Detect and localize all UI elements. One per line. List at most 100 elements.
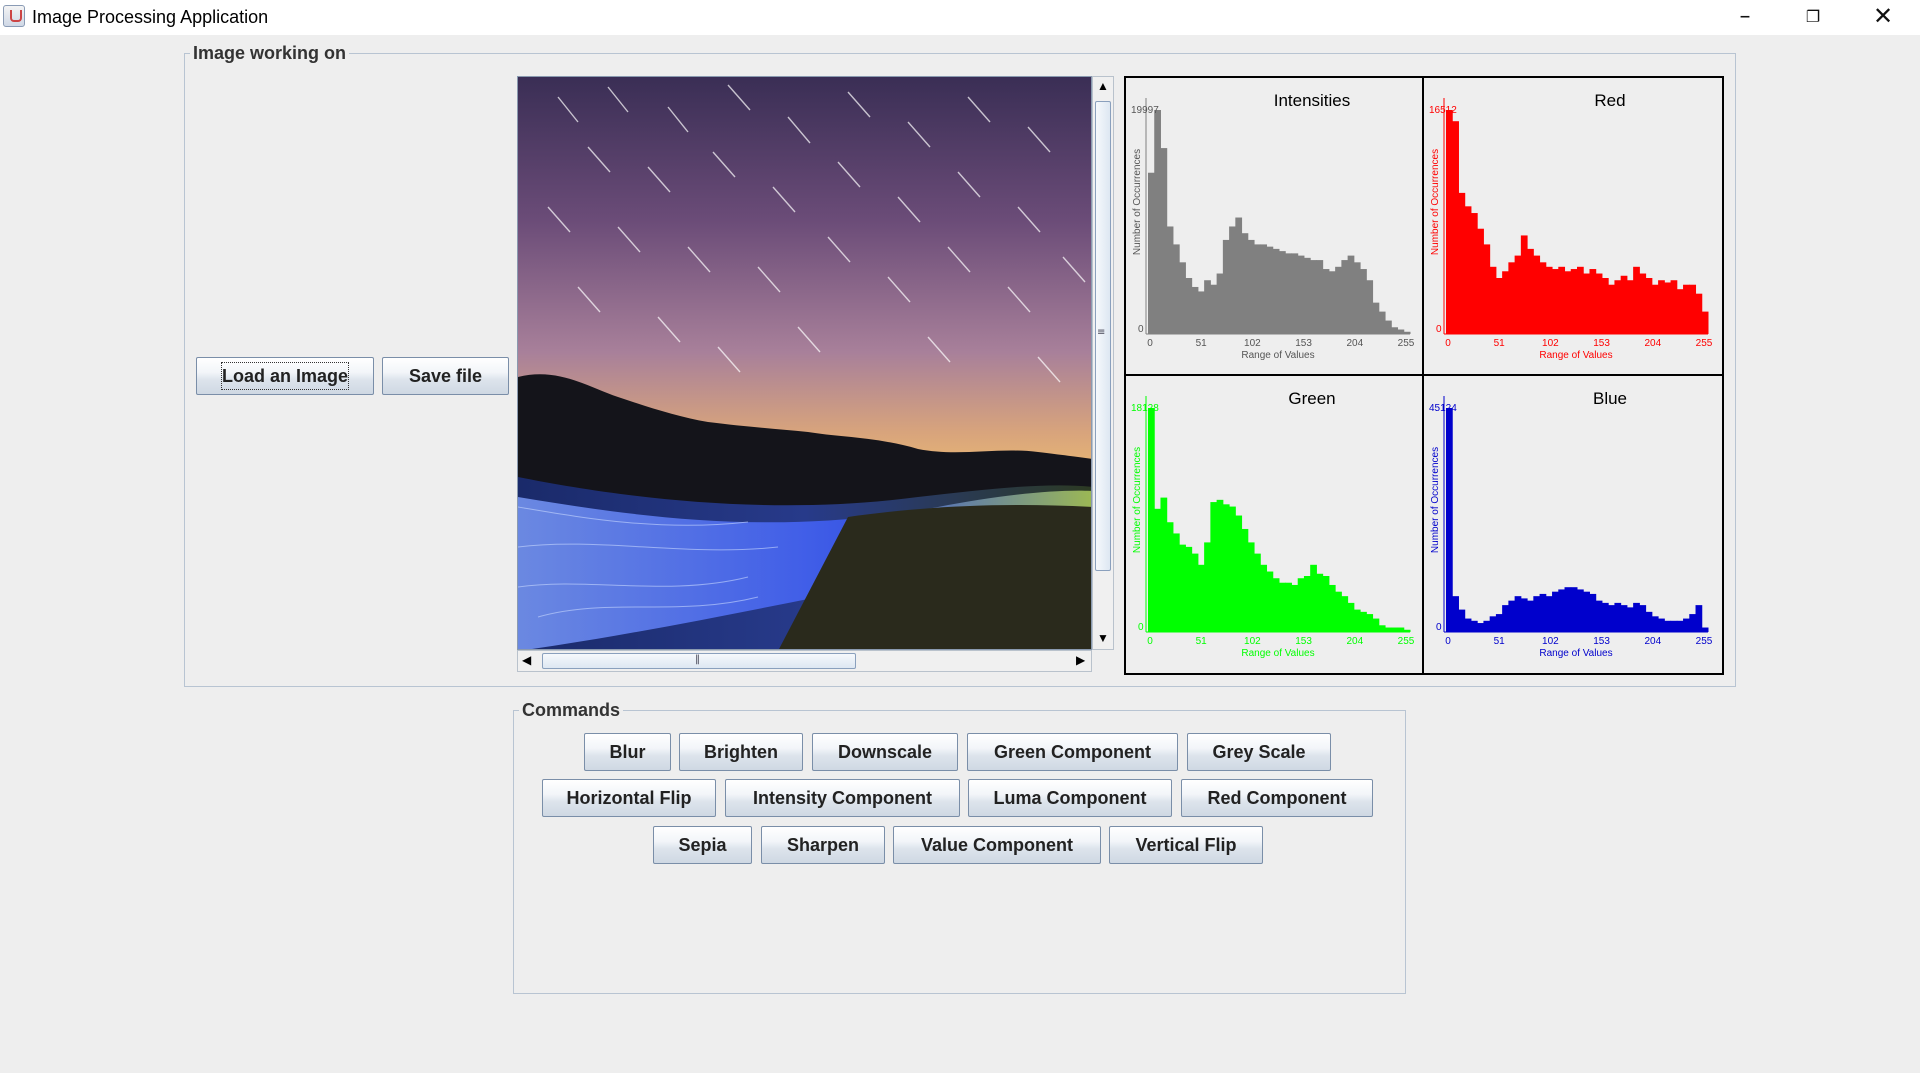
sepia-button[interactable]: Sepia bbox=[653, 826, 752, 864]
histogram-bar bbox=[1683, 284, 1690, 334]
zero-label: 0 bbox=[1436, 324, 1442, 335]
histogram-bar bbox=[1552, 591, 1559, 632]
title-bar: Image Processing Application – ❐ ✕ bbox=[0, 0, 1920, 35]
histogram-bar bbox=[1701, 311, 1709, 334]
histogram-bar bbox=[1272, 248, 1280, 334]
histogram-bar bbox=[1322, 576, 1330, 632]
histogram-bar bbox=[1664, 282, 1672, 334]
histogram-bar bbox=[1291, 253, 1299, 334]
green-component-button[interactable]: Green Component bbox=[967, 733, 1178, 771]
histogram-bar bbox=[1539, 262, 1547, 334]
vertical-flip-button[interactable]: Vertical Flip bbox=[1109, 826, 1263, 864]
x-tick-label: 0 bbox=[1445, 636, 1451, 647]
horizontal-scroll-thumb[interactable]: ‖ bbox=[542, 653, 856, 669]
histogram-bar bbox=[1172, 533, 1180, 632]
histogram-bar bbox=[1185, 278, 1193, 334]
close-icon[interactable]: ✕ bbox=[1848, 0, 1918, 35]
histogram-bar bbox=[1676, 289, 1684, 334]
load-image-button[interactable]: Load an Image bbox=[196, 357, 374, 395]
histogram-bar bbox=[1204, 280, 1211, 334]
histogram-svg: Blue 45124 0 Number of Occurrences 0 51 102 153… bbox=[1429, 389, 1713, 659]
histogram-bar bbox=[1397, 329, 1405, 334]
histogram-bar bbox=[1614, 280, 1622, 334]
histogram-bar bbox=[1372, 302, 1380, 334]
histogram-bar bbox=[1583, 591, 1590, 632]
max-value-label: 16512 bbox=[1429, 105, 1457, 116]
horizontal-scrollbar[interactable]: ◀ ‖ ▶ bbox=[517, 650, 1092, 672]
histogram-bar bbox=[1191, 553, 1199, 632]
histogram-bar bbox=[1254, 244, 1261, 334]
histogram-bar bbox=[1179, 262, 1186, 334]
histogram-bar bbox=[1689, 614, 1697, 632]
histogram-intensities: Intensities 19997 0 Number of Occurrences 0 5… bbox=[1126, 78, 1424, 376]
histogram-bar bbox=[1216, 273, 1224, 334]
histogram-bar bbox=[1172, 244, 1180, 334]
histogram-bar bbox=[1148, 172, 1155, 334]
histogram-bar bbox=[1166, 522, 1174, 632]
x-tick-label: 102 bbox=[1244, 338, 1261, 349]
histogram-bar bbox=[1502, 605, 1509, 632]
histogram-bar bbox=[1470, 213, 1478, 334]
histogram-bar bbox=[1341, 596, 1349, 632]
blur-button[interactable]: Blur bbox=[584, 733, 671, 771]
max-value-label: 18128 bbox=[1131, 403, 1159, 414]
y-axis-label: Number of Occurrences bbox=[1132, 447, 1143, 553]
histogram-bar bbox=[1191, 286, 1199, 334]
vertical-scrollbar[interactable]: ▲ ≡ ▼ bbox=[1092, 76, 1114, 650]
histogram-bar bbox=[1695, 605, 1703, 632]
histogram-bar bbox=[1483, 244, 1491, 334]
red-component-button[interactable]: Red Component bbox=[1181, 779, 1373, 817]
horizontal-flip-button[interactable]: Horizontal Flip bbox=[542, 779, 716, 817]
scroll-up-arrow-icon[interactable]: ▲ bbox=[1097, 79, 1109, 93]
restore-icon[interactable]: ❐ bbox=[1778, 0, 1848, 35]
histogram-bar bbox=[1595, 600, 1603, 632]
histogram-bar bbox=[1570, 587, 1578, 632]
scroll-down-arrow-icon[interactable]: ▼ bbox=[1097, 631, 1109, 645]
x-tick-label: 255 bbox=[1696, 636, 1713, 647]
vertical-scroll-thumb[interactable]: ≡ bbox=[1095, 101, 1111, 571]
histogram-bar bbox=[1520, 235, 1528, 334]
histogram-bar bbox=[1204, 542, 1211, 632]
histogram-bar bbox=[1216, 499, 1224, 632]
brighten-button[interactable]: Brighten bbox=[679, 733, 803, 771]
zero-label: 0 bbox=[1138, 622, 1144, 633]
downscale-button[interactable]: Downscale bbox=[812, 733, 958, 771]
histogram-bar bbox=[1272, 578, 1280, 632]
histogram-bar bbox=[1583, 273, 1590, 334]
histogram-bar bbox=[1489, 616, 1497, 632]
histogram-bar bbox=[1241, 528, 1249, 632]
x-tick-label: 204 bbox=[1346, 338, 1363, 349]
histogram-bar bbox=[1391, 327, 1399, 334]
histogram-bar bbox=[1166, 226, 1174, 334]
histogram-bar bbox=[1558, 589, 1566, 632]
grey-scale-button[interactable]: Grey Scale bbox=[1187, 733, 1331, 771]
intensity-component-button[interactable]: Intensity Component bbox=[725, 779, 960, 817]
histogram-bar bbox=[1695, 293, 1703, 334]
histogram-bar bbox=[1626, 280, 1634, 334]
sharpen-button[interactable]: Sharpen bbox=[761, 826, 885, 864]
histogram-bar bbox=[1260, 244, 1268, 334]
minimize-icon[interactable]: – bbox=[1710, 0, 1780, 35]
value-component-button[interactable]: Value Component bbox=[893, 826, 1101, 864]
histogram-bar bbox=[1154, 508, 1161, 632]
histogram-bar bbox=[1514, 255, 1522, 334]
scroll-right-arrow-icon[interactable]: ▶ bbox=[1076, 653, 1085, 667]
histogram-bar bbox=[1570, 269, 1578, 334]
luma-component-button[interactable]: Luma Component bbox=[968, 779, 1172, 817]
histogram-bar bbox=[1210, 502, 1218, 632]
histogram-bar bbox=[1601, 278, 1609, 334]
scroll-left-arrow-icon[interactable]: ◀ bbox=[522, 653, 531, 667]
histogram-bar bbox=[1452, 121, 1459, 334]
histogram-bar bbox=[1701, 627, 1709, 632]
grip-icon: ≡ bbox=[1097, 327, 1106, 338]
x-tick-label: 102 bbox=[1244, 636, 1261, 647]
x-tick-label: 153 bbox=[1295, 338, 1312, 349]
save-file-button[interactable]: Save file bbox=[382, 357, 509, 395]
histogram-bar bbox=[1458, 609, 1466, 632]
histogram-bar bbox=[1303, 576, 1311, 632]
histogram-bar bbox=[1229, 226, 1236, 334]
histogram-bar bbox=[1658, 280, 1665, 334]
histogram-bar bbox=[1353, 262, 1361, 334]
histogram-bar bbox=[1514, 596, 1522, 632]
image-view[interactable] bbox=[517, 76, 1092, 650]
